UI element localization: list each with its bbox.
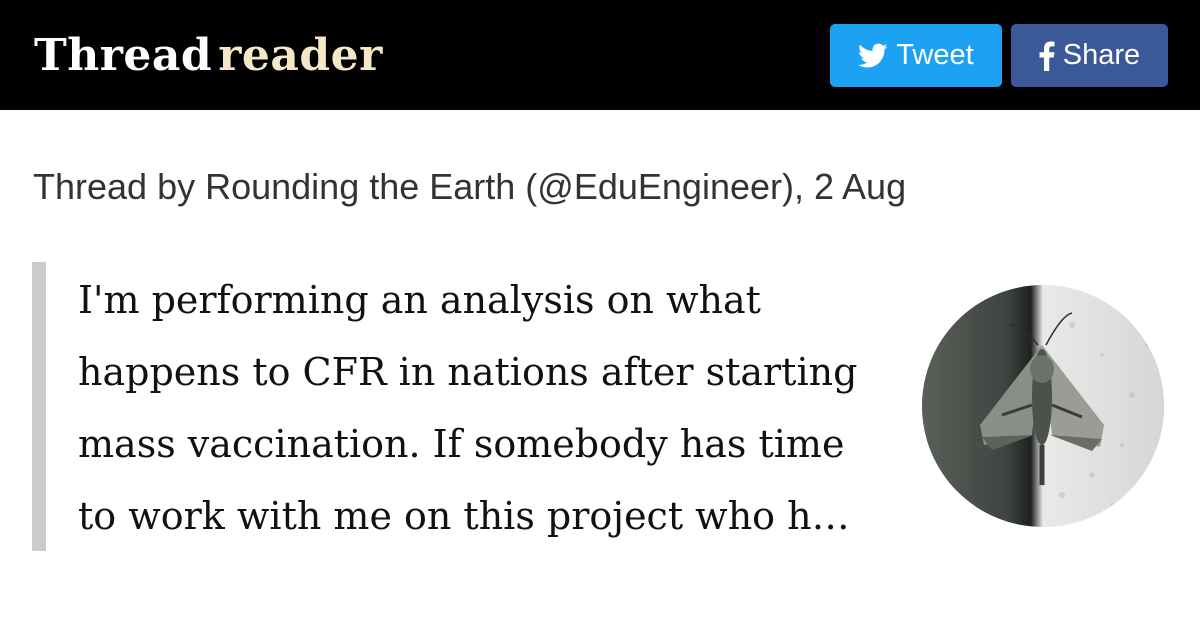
thread-byline[interactable]: Thread by Rounding the Earth (@EduEngine… [33,166,906,208]
logo-reader-text: reader [218,30,383,81]
thread-excerpt[interactable]: I'm performing an analysis on what happe… [78,264,908,552]
facebook-f-icon [1039,40,1055,71]
tweet-label: Tweet [896,39,974,71]
author-avatar[interactable] [922,285,1164,527]
share-button[interactable]: Share [1011,24,1168,87]
excerpt-line: I'm performing an analysis on what [78,278,761,322]
excerpt-line: mass vaccination. If somebody has time [78,422,845,466]
threadreader-logo[interactable]: Thread reader [34,30,383,82]
twitter-bird-icon [858,43,888,69]
moth-photo-image [922,285,1164,527]
excerpt-line: happens to CFR in nations after starting [78,350,858,394]
logo-thread-text: Thread [34,30,213,81]
tweet-button[interactable]: Tweet [830,24,1002,87]
excerpt-line: to work with me on this project who h… [78,494,850,538]
share-label: Share [1062,39,1141,71]
quote-bar [32,262,46,551]
top-bar: Thread reader Tweet Share [0,0,1200,110]
